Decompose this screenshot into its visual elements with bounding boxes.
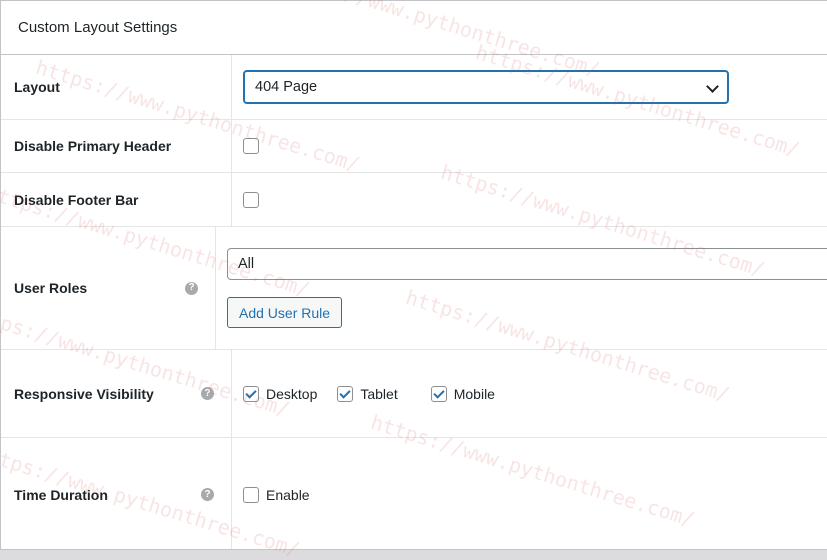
disable-footer-bar-checkbox[interactable] <box>243 191 259 208</box>
layout-label-text: Layout <box>14 79 60 95</box>
disable-primary-header-row: Disable Primary Header <box>1 120 827 173</box>
layout-value-cell: 404 Page <box>232 55 827 119</box>
user-roles-label-text: User Roles <box>14 280 88 296</box>
add-user-rule-button[interactable]: Add User Rule <box>227 297 343 328</box>
user-roles-select[interactable]: All <box>227 248 827 280</box>
layout-select-value: 404 Page <box>255 79 318 95</box>
time-duration-enable-checkbox[interactable] <box>243 486 259 503</box>
desktop-checkbox[interactable] <box>243 385 259 402</box>
responsive-visibility-row: Responsive Visibility ? Desktop Tablet M… <box>1 350 827 438</box>
disable-footer-bar-row: Disable Footer Bar <box>1 173 827 227</box>
responsive-visibility-label-text: Responsive Visibility <box>14 385 154 402</box>
user-roles-row: User Roles ? All Add User Rule <box>1 227 827 350</box>
layout-select[interactable]: 404 Page <box>243 70 729 104</box>
layout-row: Layout 404 Page <box>1 55 827 120</box>
user-roles-label: User Roles ? <box>1 227 216 349</box>
responsive-visibility-label: Responsive Visibility ? <box>1 350 232 437</box>
user-roles-controls: All Add User Rule <box>227 248 827 328</box>
disable-primary-header-label-text: Disable Primary Header <box>14 138 172 154</box>
layout-label: Layout <box>1 55 232 119</box>
time-duration-label-text: Time Duration <box>14 486 108 503</box>
mobile-checkbox[interactable] <box>430 385 447 402</box>
bottom-scrollbar-area <box>0 550 827 560</box>
tablet-checkbox[interactable] <box>337 385 354 402</box>
desktop-option[interactable]: Desktop <box>243 385 318 402</box>
mobile-option[interactable]: Mobile <box>430 385 495 402</box>
question-mark-icon[interactable]: ? <box>185 281 198 295</box>
time-duration-enable-option[interactable]: Enable <box>243 486 310 503</box>
disable-primary-header-label: Disable Primary Header <box>1 120 232 172</box>
disable-primary-header-checkbox[interactable] <box>243 138 259 154</box>
tablet-option[interactable]: Tablet <box>337 385 398 402</box>
disable-footer-bar-label-text: Disable Footer Bar <box>14 191 139 208</box>
question-mark-icon[interactable]: ? <box>201 488 214 501</box>
user-roles-value-cell: All Add User Rule <box>216 227 827 349</box>
time-duration-value-cell: Enable <box>232 438 827 549</box>
user-roles-value: All <box>238 256 255 272</box>
question-mark-icon[interactable]: ? <box>201 387 214 400</box>
responsive-visibility-value-cell: Desktop Tablet Mobile <box>232 350 827 437</box>
time-duration-row: Time Duration ? Enable <box>1 438 827 549</box>
time-duration-enable-label: Enable <box>266 486 310 503</box>
disable-footer-bar-value-cell <box>232 173 827 226</box>
desktop-label: Desktop <box>266 385 318 402</box>
tablet-label: Tablet <box>360 385 398 402</box>
mobile-label: Mobile <box>453 385 495 402</box>
panel-title: Custom Layout Settings <box>1 1 827 55</box>
disable-primary-header-value-cell <box>232 120 827 172</box>
chevron-down-icon <box>707 82 717 92</box>
time-duration-label: Time Duration ? <box>1 438 232 549</box>
custom-layout-settings-panel: Custom Layout Settings Layout 404 Page D… <box>0 0 827 550</box>
disable-footer-bar-label: Disable Footer Bar <box>1 173 232 226</box>
